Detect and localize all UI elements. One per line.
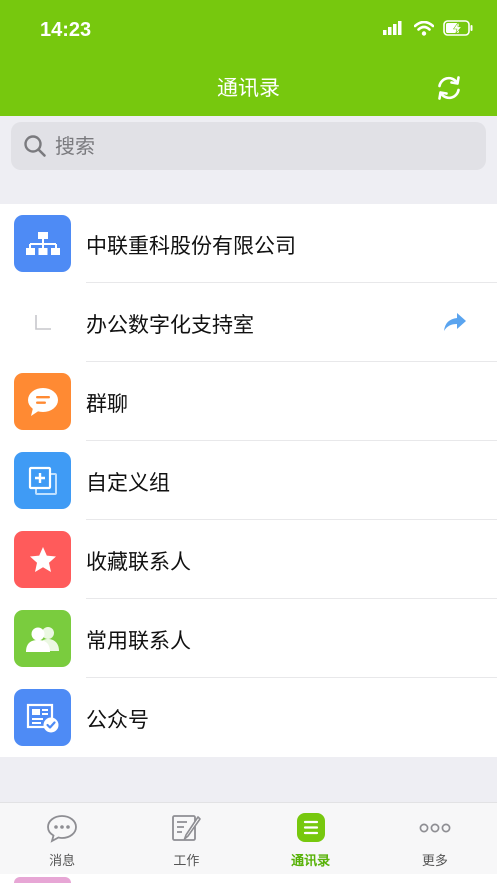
public-account-icon (14, 689, 71, 746)
avatar (14, 877, 71, 883)
status-time: 14:23 (40, 19, 92, 41)
list-item-public-accounts[interactable]: 公众号 (0, 678, 497, 757)
subdepartment-corner-icon (14, 294, 71, 351)
search-area (0, 116, 497, 204)
tab-contacts[interactable]: 通讯录 (249, 803, 373, 874)
list-item-company[interactable]: 中联重科股份有限公司 (0, 204, 497, 283)
list-item-label: 自定义组 (86, 471, 170, 495)
tab-label: 消息 (49, 854, 76, 869)
share-icon[interactable] (443, 311, 467, 333)
more-icon (419, 823, 451, 833)
tab-more[interactable]: 更多 (373, 803, 497, 874)
battery-charging-icon (443, 20, 473, 36)
tab-messages[interactable]: 消息 (0, 803, 124, 874)
tab-label: 通讯录 (291, 854, 331, 869)
add-group-icon (14, 452, 71, 509)
page-title: 通讯录 (217, 76, 280, 100)
list-item-department[interactable]: 办公数字化支持室 (0, 283, 497, 362)
org-chart-icon (14, 215, 71, 272)
search-input[interactable] (55, 134, 435, 158)
tab-label: 工作 (173, 854, 200, 869)
bottom-tab-bar: 消息 工作 通讯录 更多 (0, 802, 497, 874)
contacts-icon (14, 610, 71, 667)
list-item-peek (0, 873, 497, 883)
list-item-group-chat[interactable]: 群聊 (0, 362, 497, 441)
star-icon (14, 531, 71, 588)
tab-label: 更多 (421, 854, 448, 869)
directory-list: 中联重科股份有限公司 办公数字化支持室 群聊 自定义组 收藏联系人 常用联系人 … (0, 204, 497, 757)
work-icon (172, 815, 202, 841)
list-item-favorite-contacts[interactable]: 收藏联系人 (0, 520, 497, 599)
wifi-icon (414, 20, 434, 36)
list-item-label: 中联重科股份有限公司 (86, 234, 296, 258)
signal-icon (383, 21, 402, 35)
contacts-book-icon (296, 813, 325, 842)
refresh-icon[interactable] (435, 74, 463, 102)
list-item-frequent-contacts[interactable]: 常用联系人 (0, 599, 497, 678)
list-item-label: 办公数字化支持室 (86, 313, 254, 337)
search-bar[interactable] (11, 122, 486, 170)
list-item-label: 群聊 (86, 392, 128, 416)
app-header: 14:23 通讯录 (0, 0, 497, 116)
tab-work[interactable]: 工作 (124, 803, 248, 874)
status-icons (383, 20, 473, 36)
list-item-label: 公众号 (86, 708, 149, 732)
list-item-label: 收藏联系人 (86, 550, 191, 574)
list-item-custom-group[interactable]: 自定义组 (0, 441, 497, 520)
message-icon (47, 815, 78, 843)
list-item-label: 常用联系人 (86, 629, 191, 653)
chat-bubble-icon (14, 373, 71, 430)
search-icon (24, 135, 46, 157)
